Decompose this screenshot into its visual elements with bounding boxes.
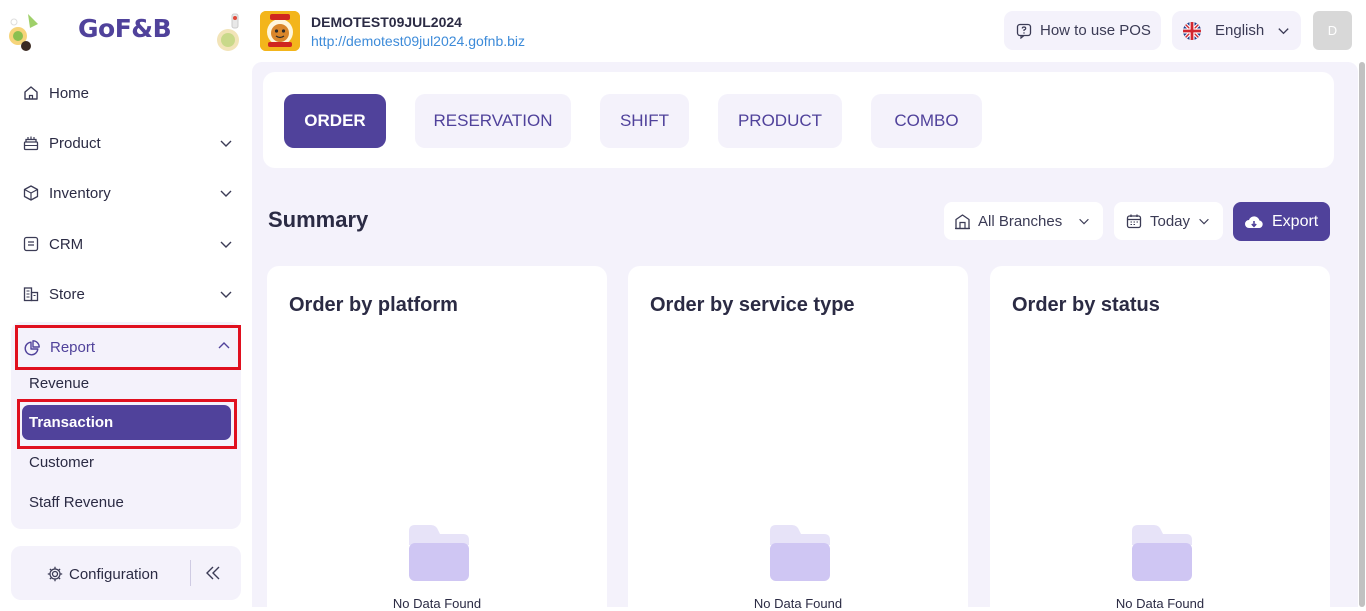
language-selector[interactable]: English: [1172, 11, 1301, 50]
sidebar-item-home[interactable]: Home: [14, 74, 242, 112]
tab-label: COMBO: [894, 111, 959, 130]
store-name: DEMOTEST09JUL2024: [311, 14, 462, 30]
building-icon: [954, 213, 971, 230]
sidebar-item-label: Home: [49, 84, 90, 102]
food-decoration-icon: [9, 14, 38, 51]
pie-chart-icon: [23, 339, 41, 357]
chevron-up-icon: [218, 342, 230, 349]
help-chat-icon: [1016, 23, 1032, 39]
sidebar-item-label: Inventory: [49, 184, 111, 202]
store-icon: [22, 285, 40, 303]
sidebar-item-crm[interactable]: CRM: [14, 225, 242, 263]
branch-filter-select[interactable]: All Branches: [944, 202, 1103, 240]
sidebar-item-label: Report: [50, 339, 96, 356]
export-button[interactable]: Export: [1233, 202, 1330, 241]
sidebar-subitem-label: Transaction: [29, 414, 114, 431]
food-decoration-icon: [217, 13, 239, 51]
sidebar-item-label: CRM: [49, 235, 84, 253]
avatar-initial: D: [1327, 23, 1338, 38]
calendar-icon: [1126, 213, 1142, 229]
home-icon: [22, 84, 40, 102]
configuration-button[interactable]: Configuration: [46, 565, 158, 583]
collapse-sidebar-icon[interactable]: [203, 563, 223, 583]
sidebar-item-report[interactable]: Report: [15, 325, 241, 370]
no-data-text: No Data Found: [1115, 596, 1205, 611]
sidebar-subitem-staff-revenue[interactable]: Staff Revenue: [29, 494, 124, 511]
chevron-down-icon: [220, 140, 232, 147]
tab-label: SHIFT: [619, 111, 670, 130]
store-logo: [260, 11, 300, 51]
tab-combo[interactable]: COMBO: [871, 94, 982, 148]
store-url-link[interactable]: http://demotest09jul2024.gofnb.biz: [311, 33, 525, 49]
configuration-label: Configuration: [69, 565, 159, 583]
export-label: Export: [1272, 212, 1319, 230]
logo-text: GoF&B: [78, 14, 172, 43]
crm-icon: [22, 235, 40, 253]
empty-folder-icon: [409, 525, 469, 581]
box-icon: [22, 184, 40, 202]
chevron-down-icon: [1278, 28, 1289, 35]
sidebar-item-inventory[interactable]: Inventory: [14, 174, 242, 212]
chevron-down-icon: [220, 241, 232, 248]
card-title: Order by platform: [289, 294, 458, 316]
tab-label: ORDER: [304, 111, 366, 130]
chevron-down-icon: [1199, 218, 1209, 225]
sidebar-item-store[interactable]: Store: [14, 275, 242, 313]
tab-reservation[interactable]: RESERVATION: [415, 94, 571, 148]
sidebar: GoF&B Home Product Inventory CRM Store R…: [0, 0, 252, 607]
cloud-download-icon: [1244, 213, 1264, 231]
card-title: Order by service type: [650, 294, 855, 316]
language-label: English: [1215, 22, 1265, 39]
sidebar-item-product[interactable]: Product: [14, 124, 242, 162]
how-to-use-pos-button[interactable]: How to use POS: [1004, 11, 1161, 50]
divider: [190, 560, 191, 586]
gear-icon: [46, 565, 64, 583]
summary-title: Summary: [268, 207, 369, 232]
tab-product[interactable]: PRODUCT: [718, 94, 842, 148]
chevron-down-icon: [220, 190, 232, 197]
tab-shift[interactable]: SHIFT: [600, 94, 689, 148]
card-title: Order by status: [1012, 294, 1160, 316]
chevron-down-icon: [220, 291, 232, 298]
no-data-text: No Data Found: [753, 596, 843, 611]
tab-label: RESERVATION: [433, 111, 553, 130]
branch-filter-label: All Branches: [978, 212, 1063, 230]
scrollbar-thumb[interactable]: [1359, 62, 1365, 607]
date-filter-label: Today: [1150, 212, 1191, 230]
brand-logo[interactable]: GoF&B: [0, 0, 252, 62]
sidebar-subitem-transaction[interactable]: Transaction: [22, 405, 231, 440]
sidebar-item-label: Product: [49, 134, 101, 152]
tab-label: PRODUCT: [737, 111, 823, 130]
sidebar-subitem-revenue[interactable]: Revenue: [29, 375, 89, 392]
sidebar-item-label: Store: [49, 285, 85, 303]
user-avatar[interactable]: D: [1313, 11, 1352, 50]
order-by-platform-card: Order by platform No Data Found: [267, 266, 607, 611]
how-to-use-pos-label: How to use POS: [1040, 22, 1151, 39]
chevron-down-icon: [1079, 218, 1089, 225]
empty-folder-icon: [1132, 525, 1192, 581]
no-data-text: No Data Found: [392, 596, 482, 611]
uk-flag-icon: [1183, 21, 1201, 40]
tab-order[interactable]: ORDER: [284, 94, 386, 148]
order-by-status-card: Order by status No Data Found: [990, 266, 1330, 611]
date-filter-select[interactable]: Today: [1114, 202, 1223, 240]
product-icon: [22, 134, 40, 152]
empty-folder-icon: [770, 525, 830, 581]
sidebar-subitem-customer[interactable]: Customer: [29, 454, 94, 471]
order-by-service-type-card: Order by service type No Data Found: [628, 266, 968, 611]
